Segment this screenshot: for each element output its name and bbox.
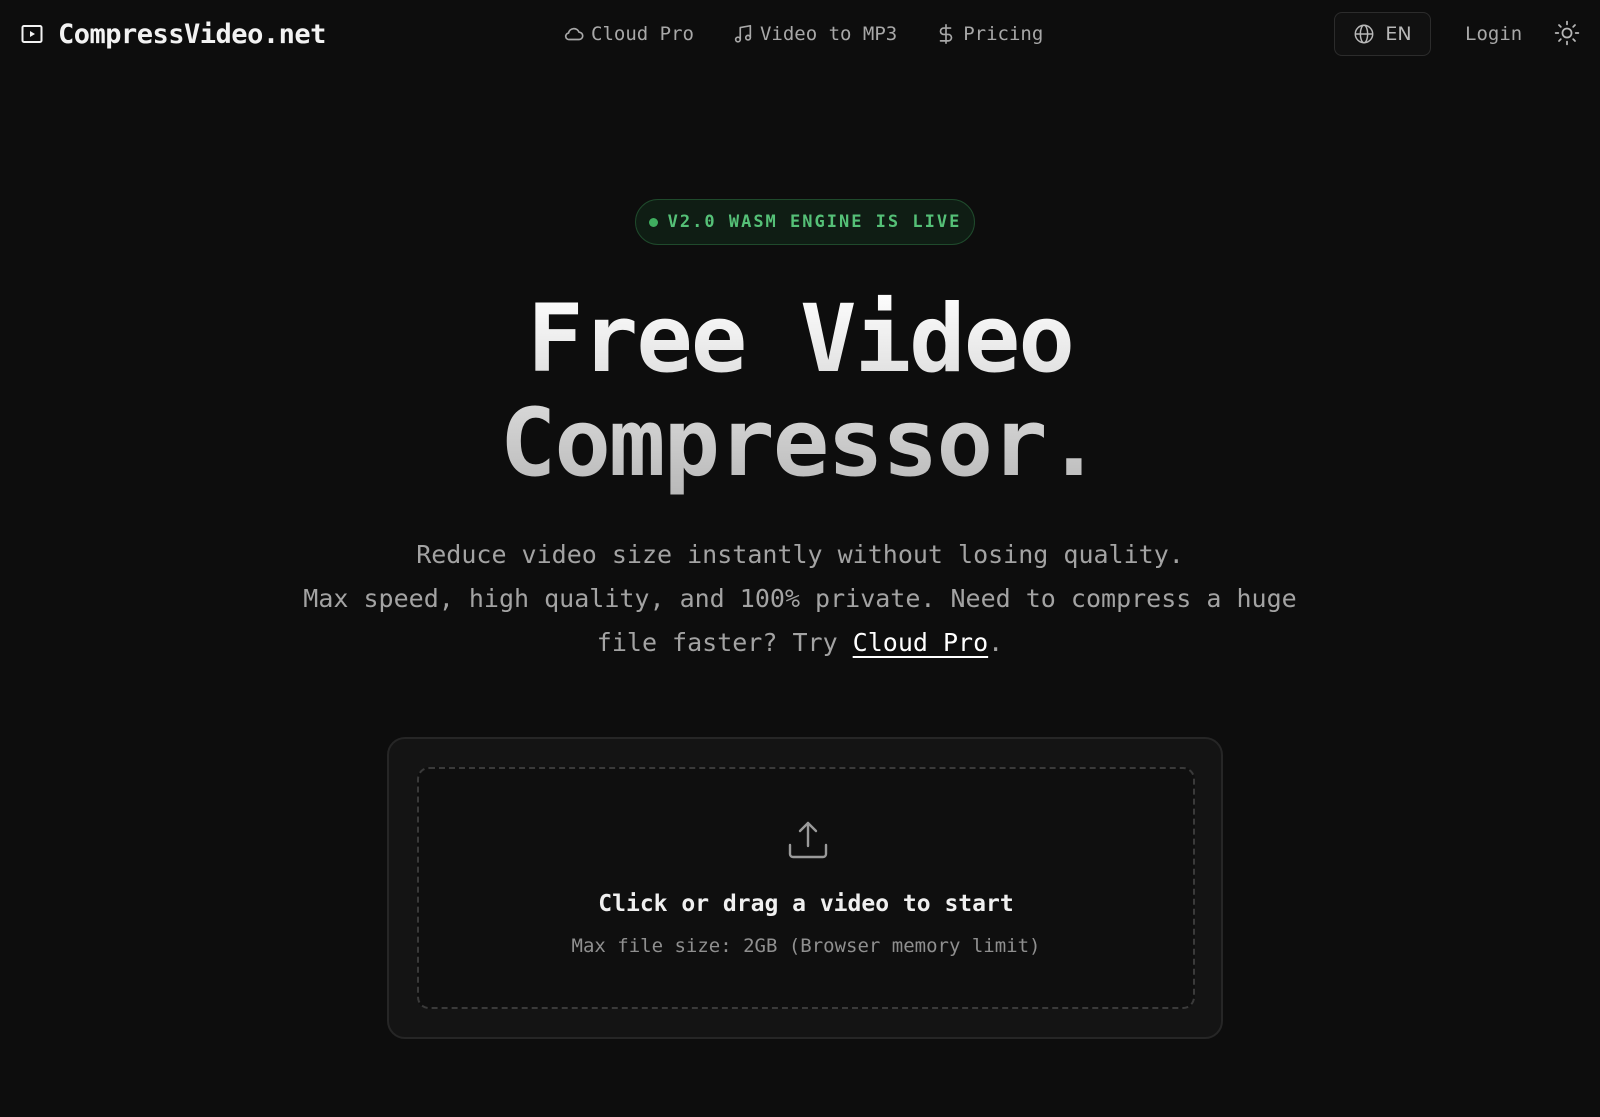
nav-item-cloud-pro[interactable]: Cloud Pro xyxy=(563,23,694,45)
page: CompressVideo.net Cloud Pro Video to MP3… xyxy=(0,0,1600,1117)
title-line-1: Free Video xyxy=(527,285,1073,394)
subtitle-line-2: Max speed, high quality, and 100% privat… xyxy=(303,584,1297,657)
title-line-2: Compressor. xyxy=(499,389,1101,498)
upload-icon xyxy=(787,819,829,861)
globe-icon xyxy=(1353,23,1375,45)
cloud-icon xyxy=(563,23,585,45)
login-link[interactable]: Login xyxy=(1465,20,1522,48)
cloud-pro-link[interactable]: Cloud Pro xyxy=(853,628,988,657)
theme-toggle-button[interactable] xyxy=(1554,20,1580,46)
video-drop-zone[interactable]: Click or drag a video to start Max file … xyxy=(417,767,1195,1009)
nav-label: Pricing xyxy=(963,23,1044,45)
nav-label: Cloud Pro xyxy=(591,23,694,45)
language-selector-button[interactable]: EN xyxy=(1334,12,1431,56)
language-label: EN xyxy=(1385,23,1412,45)
subtitle-suffix: . xyxy=(988,628,1004,657)
drop-zone-hint: Max file size: 2GB (Browser memory limit… xyxy=(571,935,1041,957)
nav-item-pricing[interactable]: Pricing xyxy=(935,23,1043,45)
hero-subtitle: Reduce video size instantly without losi… xyxy=(270,533,1330,665)
badge-text: V2.0 WASM ENGINE IS LIVE xyxy=(667,212,962,232)
nav-item-video-to-mp3[interactable]: Video to MP3 xyxy=(732,23,897,45)
drop-zone-title: Click or drag a video to start xyxy=(598,891,1014,917)
nav-label: Video to MP3 xyxy=(759,23,898,45)
subtitle-line-1: Reduce video size instantly without losi… xyxy=(416,540,1184,569)
brand-logo-link[interactable]: CompressVideo.net xyxy=(20,16,326,52)
main-nav: Cloud Pro Video to MP3 Pricing xyxy=(563,18,1043,50)
play-screen-icon xyxy=(20,22,44,46)
music-note-icon xyxy=(732,23,754,45)
sun-icon xyxy=(1554,20,1580,46)
dollar-icon xyxy=(935,23,957,45)
release-badge: V2.0 WASM ENGINE IS LIVE xyxy=(635,199,975,245)
upload-card: Click or drag a video to start Max file … xyxy=(387,737,1223,1039)
status-dot-icon xyxy=(648,217,658,227)
brand-name: CompressVideo.net xyxy=(58,18,326,50)
top-navbar: CompressVideo.net Cloud Pro Video to MP3… xyxy=(0,0,1600,68)
page-title: Free Video Compressor. xyxy=(0,288,1600,496)
